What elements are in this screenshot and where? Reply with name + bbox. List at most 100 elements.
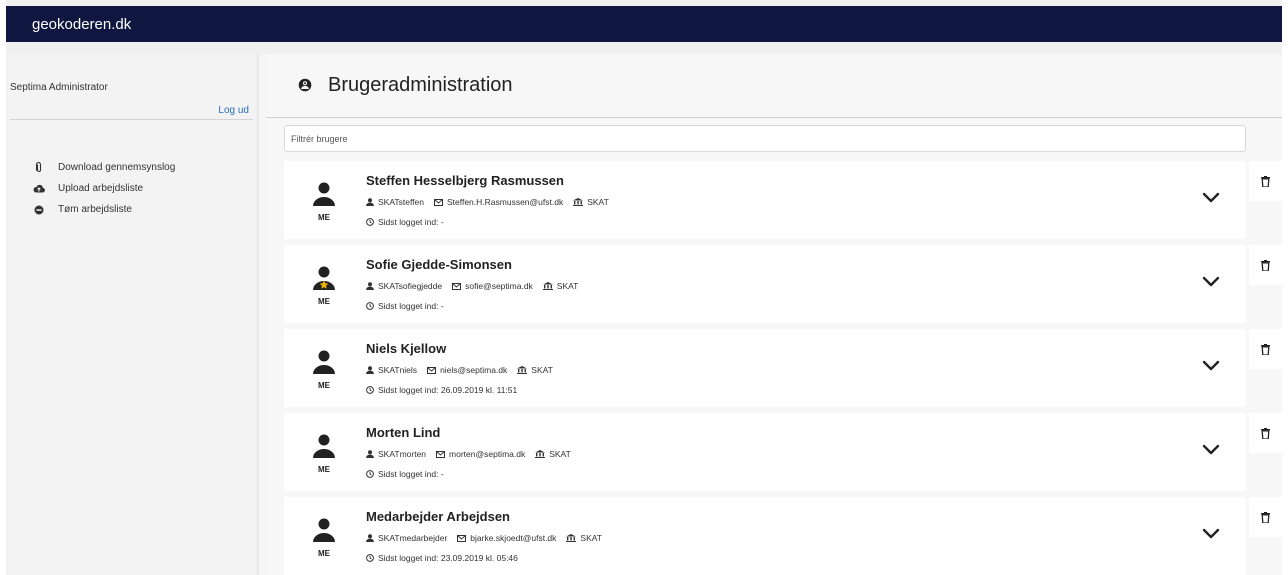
email-field: morten@septima.dk — [436, 449, 525, 459]
trash-icon — [1261, 427, 1270, 439]
last-login-text: Sidst logget ind: - — [378, 301, 444, 311]
delete-user-button[interactable] — [1249, 497, 1282, 537]
email-field: bjarke.skjoedt@ufst.dk — [457, 533, 556, 543]
main-content: Brugeradministration ME Steffen Hesselbj… — [260, 54, 1282, 575]
user-meta: SKATmorten morten@septima.dk SKAT — [366, 449, 581, 459]
expand-chevron-icon[interactable] — [1202, 275, 1220, 289]
user-avatar-icon — [312, 265, 336, 295]
envelope-icon — [427, 366, 437, 374]
user-admin-icon — [298, 78, 314, 94]
clock-icon — [366, 386, 374, 394]
sidebar-divider — [10, 119, 253, 120]
logout-link[interactable]: Log ud — [218, 105, 249, 116]
user-initials: ME — [318, 465, 330, 474]
delete-user-button[interactable] — [1249, 161, 1282, 201]
user-name: Steffen Hesselbjerg Rasmussen — [366, 173, 564, 188]
username-text: SKATniels — [378, 365, 418, 375]
last-login-text: Sidst logget ind: 26.09.2019 kl. 11:51 — [378, 385, 518, 395]
current-user-name: Septima Administrator — [10, 82, 108, 93]
top-bar: geokoderen.dk — [6, 6, 1282, 42]
organization-text: SKAT — [549, 449, 571, 459]
organization-field: SKAT — [542, 281, 579, 291]
last-login-text: Sidst logget ind: 23.09.2019 kl. 05:46 — [378, 553, 518, 563]
username-text: SKATmorten — [378, 449, 427, 459]
app-title[interactable]: geokoderen.dk — [32, 16, 131, 33]
user-initials: ME — [318, 213, 330, 222]
cloud-upload-icon — [32, 183, 46, 195]
user-avatar-icon — [312, 181, 336, 211]
user-avatar-icon — [312, 517, 336, 547]
delete-user-button[interactable] — [1249, 413, 1282, 453]
expand-chevron-icon[interactable] — [1202, 443, 1220, 457]
building-icon — [535, 450, 546, 458]
organization-text: SKAT — [556, 281, 579, 291]
user-name: Sofie Gjedde-Simonsen — [366, 257, 512, 272]
envelope-icon — [457, 534, 467, 542]
organization-field: SKAT — [535, 449, 571, 459]
user-meta: SKATsofiegjedde sofie@septima.dk SKAT — [366, 281, 588, 291]
menu-item-label: Upload arbejdsliste — [58, 183, 144, 194]
building-icon — [517, 366, 528, 374]
username-field: SKATsteffen — [366, 197, 424, 207]
email-field: Steffen.H.Rasmussen@ufst.dk — [434, 197, 563, 207]
menu-item-upload-worklist[interactable]: Upload arbejdsliste — [32, 178, 175, 199]
app-frame: geokoderen.dk Septima Administrator Log … — [6, 0, 1282, 575]
last-login-text: Sidst logget ind: - — [378, 469, 444, 479]
organization-field: SKAT — [517, 365, 553, 375]
menu-item-clear-worklist[interactable]: Tøm arbejdsliste — [32, 199, 175, 220]
trash-icon — [1261, 343, 1270, 355]
user-initials: ME — [318, 549, 330, 558]
trash-icon — [1261, 259, 1270, 271]
email-field: niels@septima.dk — [427, 365, 507, 375]
user-meta: SKATsteffen Steffen.H.Rasmussen@ufst.dk … — [366, 197, 619, 207]
clock-icon — [366, 302, 374, 310]
user-avatar-icon — [312, 349, 336, 379]
building-icon — [566, 534, 577, 542]
envelope-icon — [436, 450, 446, 458]
email-text: niels@septima.dk — [440, 365, 508, 375]
username-field: SKATmorten — [366, 449, 426, 459]
envelope-icon — [452, 282, 462, 290]
clock-icon — [366, 218, 374, 226]
envelope-icon — [434, 198, 443, 206]
organization-field: SKAT — [566, 533, 602, 543]
main-panel: Brugeradministration ME Steffen Hesselbj… — [266, 54, 1282, 575]
sidebar-menu: Download gennemsynslog Upload arbejdslis… — [32, 157, 175, 220]
clock-icon — [366, 554, 374, 562]
user-card: ME Morten Lind SKATmorten morten@septima… — [284, 413, 1246, 491]
user-meta: SKATniels niels@septima.dk SKAT — [366, 365, 563, 375]
last-login-text: Sidst logget ind: - — [378, 217, 444, 227]
user-initials: ME — [318, 381, 330, 390]
user-name: Medarbejder Arbejdsen — [366, 509, 511, 524]
trash-icon — [1261, 175, 1270, 187]
expand-chevron-icon[interactable] — [1202, 191, 1220, 205]
filter-users-input[interactable] — [284, 125, 1246, 152]
email-text: Steffen.H.Rasmussen@ufst.dk — [447, 197, 564, 207]
user-name: Morten Lind — [366, 425, 441, 440]
expand-chevron-icon[interactable] — [1202, 527, 1220, 541]
menu-item-label: Download gennemsynslog — [58, 162, 176, 173]
last-login: Sidst logget ind: - — [366, 301, 444, 311]
organization-text: SKAT — [531, 365, 553, 375]
last-login: Sidst logget ind: - — [366, 469, 444, 479]
organization-text: SKAT — [580, 533, 602, 543]
menu-item-download-log[interactable]: Download gennemsynslog — [32, 157, 175, 178]
delete-user-button[interactable] — [1249, 245, 1282, 285]
user-icon — [366, 366, 374, 374]
page-header: Brugeradministration — [266, 54, 1282, 118]
user-card: ME Niels Kjellow SKATniels niels@septima… — [284, 329, 1246, 407]
user-icon — [366, 282, 374, 290]
user-avatar-icon — [312, 433, 336, 463]
last-login: Sidst logget ind: - — [366, 217, 444, 227]
delete-user-button[interactable] — [1249, 329, 1282, 369]
page-title: Brugeradministration — [328, 74, 513, 96]
user-card: ME Steffen Hesselbjerg Rasmussen SKATste… — [284, 161, 1246, 239]
menu-item-label: Tøm arbejdsliste — [58, 204, 132, 215]
paperclip-icon — [32, 162, 46, 174]
expand-chevron-icon[interactable] — [1202, 359, 1220, 373]
user-card: ME Medarbejder Arbejdsen SKATmedarbejder… — [284, 497, 1246, 575]
username-text: SKATmedarbejder — [378, 533, 448, 543]
organization-field: SKAT — [573, 197, 609, 207]
sidebar: Septima Administrator Log ud Download ge… — [6, 54, 258, 575]
user-icon — [366, 450, 374, 458]
